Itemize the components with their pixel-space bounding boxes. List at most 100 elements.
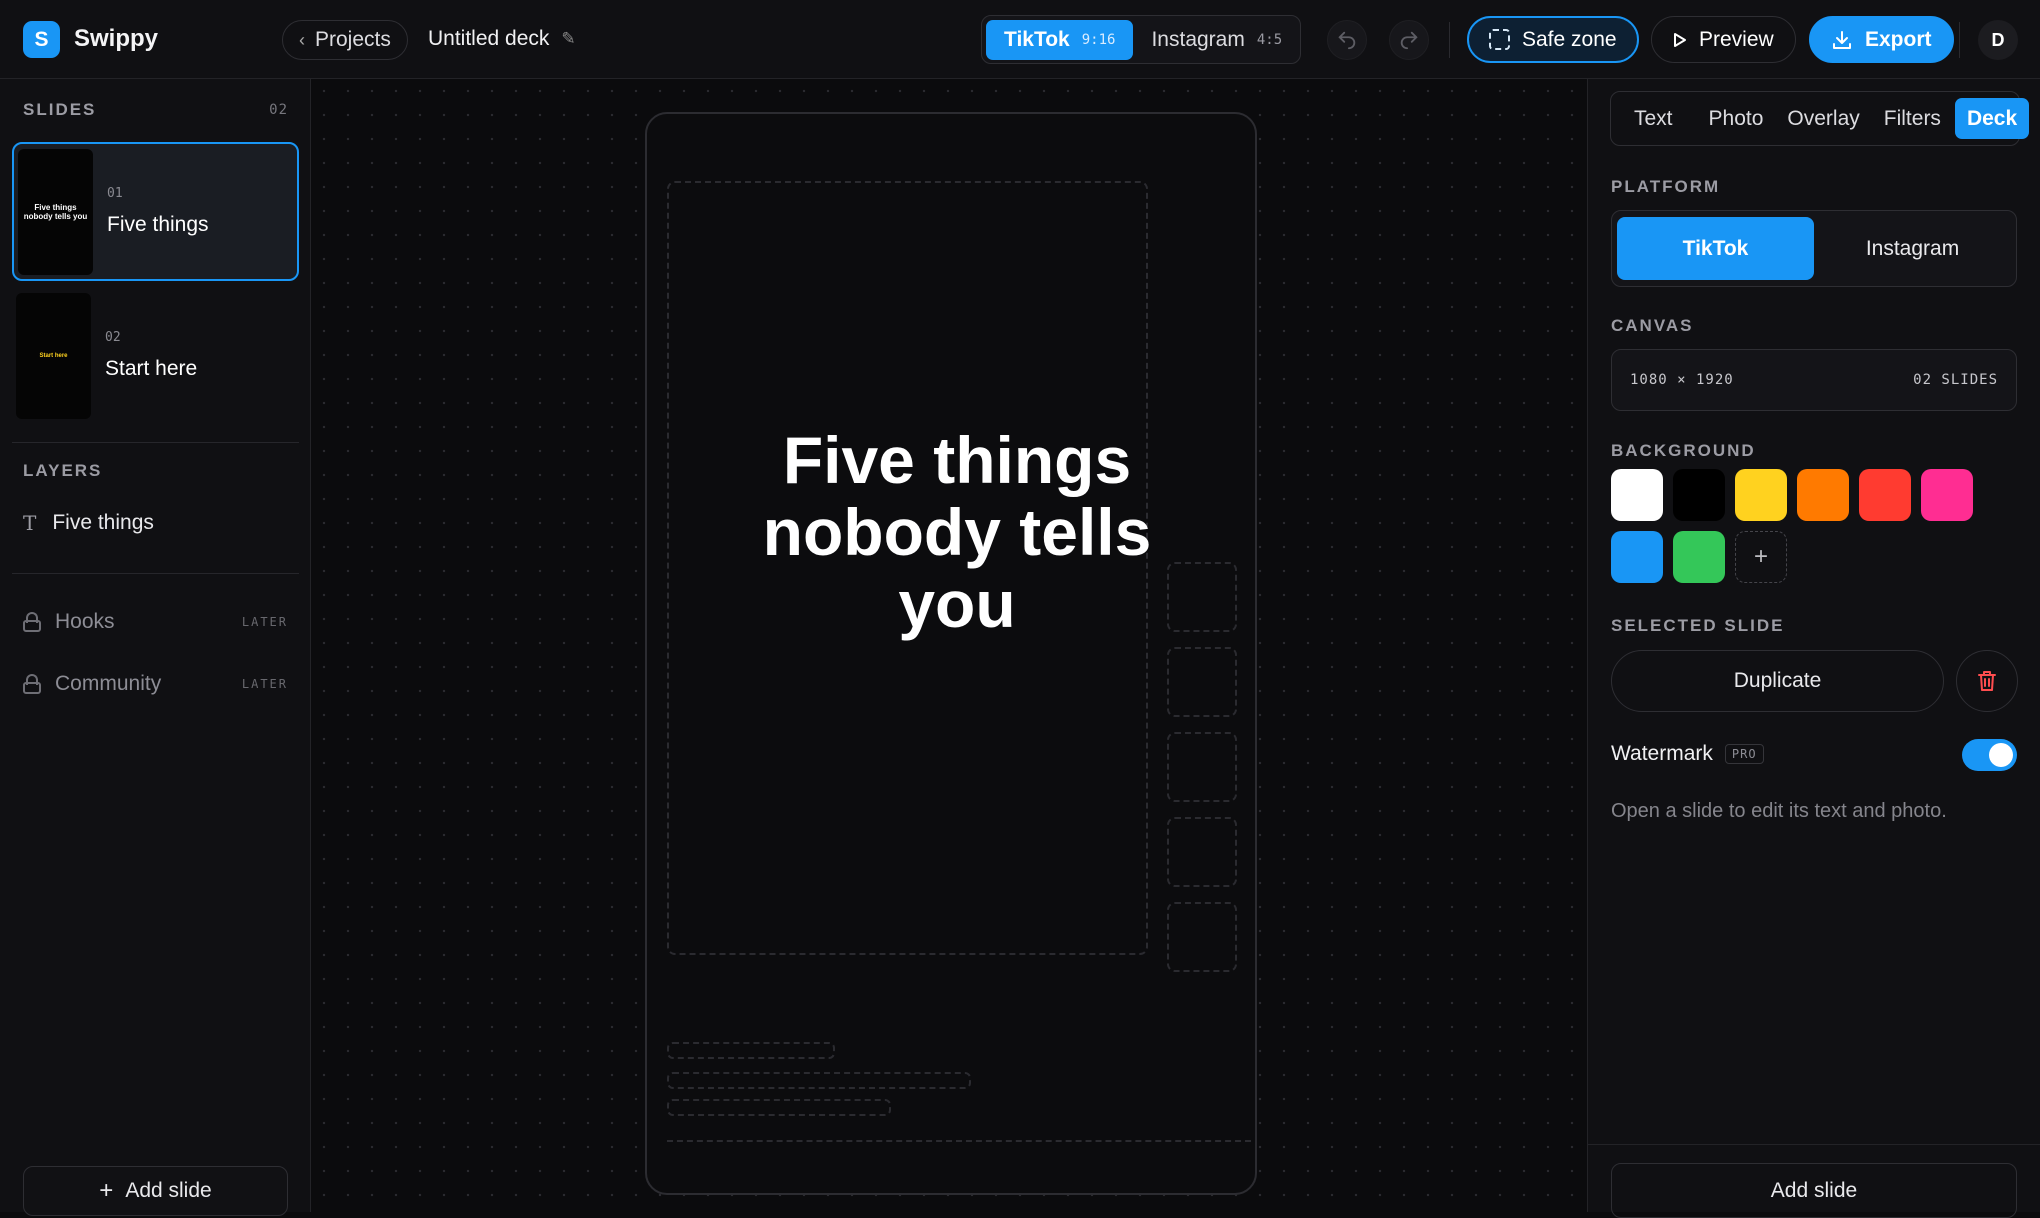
color-swatch[interactable]: [1921, 469, 1973, 521]
slides-header: SLIDES 02: [23, 100, 288, 120]
tab-overlay[interactable]: Overlay: [1775, 98, 1871, 139]
redo-button[interactable]: [1389, 20, 1429, 60]
safe-zone-rail-slot: [1167, 647, 1237, 717]
thumbnail-text: Five things nobody tells you: [23, 202, 88, 221]
editor-canvas: Five things nobody tells you: [312, 79, 1586, 1212]
slide-name: Five things: [107, 213, 209, 236]
undo-button[interactable]: [1327, 20, 1367, 60]
deck-title[interactable]: Untitled deck ✎: [428, 27, 576, 51]
thumbnail-text: Start here: [39, 352, 68, 359]
top-bar: S Swippy ‹ Projects Untitled deck ✎ TikT…: [0, 0, 2040, 79]
safe-zone-caption-line: [667, 1099, 891, 1116]
divider: [1588, 1144, 2040, 1145]
locked-item-hooks[interactable]: Hooks LATER: [23, 610, 288, 634]
user-avatar[interactable]: D: [1978, 20, 2018, 60]
divider: [12, 573, 299, 574]
toggle-knob: [1989, 743, 2013, 767]
slide-card-1[interactable]: Five things nobody tells you 01 Five thi…: [12, 142, 299, 281]
lock-icon: [23, 612, 41, 632]
platform-instagram-tab[interactable]: Instagram 4:5: [1133, 20, 1300, 60]
trash-icon: [1978, 671, 1996, 691]
slide-name: Start here: [105, 357, 198, 380]
locked-item-community[interactable]: Community LATER: [23, 672, 288, 696]
tab-filters[interactable]: Filters: [1872, 98, 1953, 139]
platform-switch: TikTok 9:16 Instagram 4:5: [981, 15, 1301, 64]
app-brand: Swippy: [74, 25, 159, 52]
chevron-left-icon: ‹: [299, 29, 305, 50]
platform-tiktok-tab[interactable]: TikTok 9:16: [986, 19, 1134, 60]
canvas-title: CANVAS: [1611, 316, 1694, 335]
layer-name: Five things: [52, 511, 154, 534]
divider: [1959, 22, 1960, 58]
slide-headline[interactable]: Five things nobody tells you: [707, 424, 1207, 640]
layers-title: LAYERS: [23, 461, 103, 480]
divider: [12, 442, 299, 443]
preview-label: Preview: [1699, 27, 1774, 51]
safe-zone-button[interactable]: Safe zone: [1467, 16, 1639, 63]
preview-button[interactable]: Preview: [1651, 16, 1796, 63]
canvas-size: 1080 × 1920: [1630, 372, 1734, 388]
safe-zone-caption-line: [667, 1042, 835, 1059]
add-color-button[interactable]: +: [1735, 531, 1787, 583]
platform-title: PLATFORM: [1611, 177, 1721, 196]
slides-title: SLIDES: [23, 100, 97, 119]
slides-count: 02: [269, 102, 288, 118]
divider: [1449, 22, 1450, 58]
safe-zone-label: Safe zone: [1522, 27, 1617, 51]
slide-number: 02: [105, 330, 121, 345]
tab-text[interactable]: Text: [1622, 98, 1685, 139]
platform-option-instagram[interactable]: Instagram: [1814, 217, 2011, 280]
add-slide-label: Add slide: [125, 1179, 212, 1202]
color-swatch[interactable]: [1673, 469, 1725, 521]
projects-button[interactable]: ‹ Projects: [282, 20, 408, 60]
watermark-label: Watermark: [1611, 742, 1713, 765]
duplicate-button[interactable]: Duplicate: [1611, 650, 1944, 712]
platform-selector: TikTok Instagram: [1611, 210, 2017, 287]
layer-item[interactable]: T Five things: [23, 511, 154, 535]
color-swatch[interactable]: [1673, 531, 1725, 583]
safe-zone-rail-slot: [1167, 817, 1237, 887]
text-icon: T: [23, 511, 37, 535]
tab-deck[interactable]: Deck: [1954, 98, 2030, 139]
platform-ratio: 4:5: [1256, 31, 1283, 48]
background-title: BACKGROUND: [1611, 441, 1756, 460]
platform-label: Instagram: [1151, 27, 1245, 51]
canvas-info: 1080 × 1920 02 SLIDES: [1611, 349, 2017, 411]
lock-icon: [23, 674, 41, 694]
watermark-toggle[interactable]: [1962, 739, 2017, 771]
delete-slide-button[interactable]: [1956, 650, 2018, 712]
slide-thumbnail: Five things nobody tells you: [18, 148, 93, 275]
selected-slide-title: SELECTED SLIDE: [1611, 616, 1785, 635]
slide-card-2[interactable]: Start here 02 Start here: [12, 286, 299, 425]
right-panel: Text Photo Overlay Filters Deck PLATFORM…: [1587, 79, 2040, 1218]
export-button[interactable]: Export: [1809, 16, 1954, 63]
later-badge: LATER: [241, 677, 288, 691]
color-swatch[interactable]: [1859, 469, 1911, 521]
platform-option-tiktok[interactable]: TikTok: [1617, 217, 1814, 280]
app-logo[interactable]: S: [23, 21, 60, 58]
tab-photo[interactable]: Photo: [1697, 98, 1776, 139]
export-label: Export: [1865, 27, 1932, 51]
color-swatch[interactable]: [1797, 469, 1849, 521]
safe-zone-rail-slot: [1167, 902, 1237, 972]
safe-zone-caption-line: [667, 1072, 971, 1089]
undo-icon: [1338, 31, 1356, 50]
left-sidebar: SLIDES 02 Five things nobody tells you 0…: [0, 79, 311, 1216]
slide-thumbnail: Start here: [16, 292, 91, 419]
deck-title-text: Untitled deck: [428, 27, 550, 50]
color-swatch[interactable]: [1611, 531, 1663, 583]
color-swatch[interactable]: [1735, 469, 1787, 521]
later-badge: LATER: [241, 615, 288, 629]
color-swatch[interactable]: [1611, 469, 1663, 521]
pencil-icon[interactable]: ✎: [561, 29, 575, 49]
redo-icon: [1400, 31, 1418, 50]
locked-item-label: Hooks: [55, 610, 115, 633]
slide-preview[interactable]: Five things nobody tells you: [645, 112, 1257, 1195]
safe-zone-icon: [1489, 29, 1510, 50]
add-slide-button[interactable]: Add slide: [1611, 1163, 2017, 1218]
panel-tabs: Text Photo Overlay Filters Deck: [1610, 91, 2030, 146]
watermark-row: Watermark PRO: [1611, 742, 1764, 766]
add-slide-button[interactable]: + Add slide: [23, 1166, 288, 1216]
platform-ratio: 9:16: [1081, 31, 1116, 48]
canvas-slide-count: 02 SLIDES: [1913, 372, 1998, 388]
